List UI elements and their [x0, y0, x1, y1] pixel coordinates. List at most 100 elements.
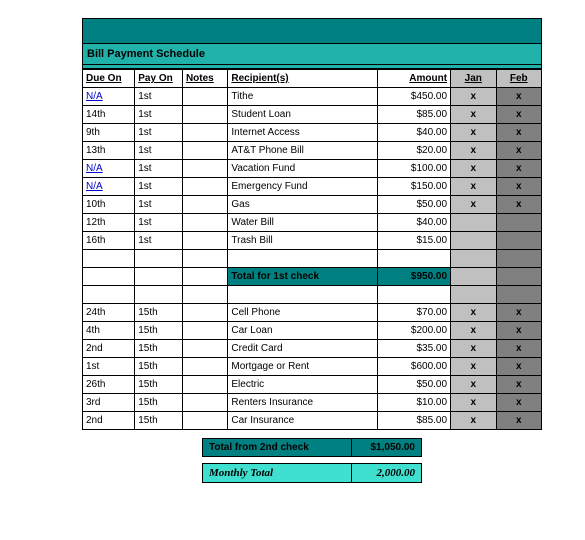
cell-feb[interactable]: x — [496, 160, 542, 178]
cell-feb[interactable] — [496, 214, 542, 232]
blank-cell[interactable] — [496, 286, 542, 304]
cell-notes[interactable] — [182, 214, 227, 232]
cell-feb[interactable]: x — [496, 394, 542, 412]
cell-jan[interactable] — [451, 232, 496, 250]
cell-feb[interactable]: x — [496, 178, 542, 196]
cell-pay[interactable]: 15th — [135, 322, 183, 340]
cell-recipient[interactable]: Tithe — [228, 88, 378, 106]
cell-recipient[interactable]: Emergency Fund — [228, 178, 378, 196]
cell-jan[interactable]: x — [451, 322, 496, 340]
cell-recipient[interactable]: Car Loan — [228, 322, 378, 340]
cell-feb[interactable]: x — [496, 196, 542, 214]
blank-cell[interactable] — [135, 250, 183, 268]
cell-recipient[interactable]: Gas — [228, 196, 378, 214]
cell-pay[interactable]: 1st — [135, 88, 183, 106]
cell-amount[interactable]: $600.00 — [378, 358, 451, 376]
cell-jan[interactable]: x — [451, 106, 496, 124]
cell-recipient[interactable]: Internet Access — [228, 124, 378, 142]
cell-feb[interactable]: x — [496, 304, 542, 322]
blank-cell[interactable] — [451, 250, 496, 268]
cell-feb[interactable]: x — [496, 88, 542, 106]
cell-due[interactable]: 16th — [83, 232, 135, 250]
cell-recipient[interactable]: Mortgage or Rent — [228, 358, 378, 376]
cell-jan[interactable]: x — [451, 142, 496, 160]
cell-recipient[interactable]: Cell Phone — [228, 304, 378, 322]
cell-due[interactable]: 10th — [83, 196, 135, 214]
cell-due[interactable]: 12th — [83, 214, 135, 232]
cell-notes[interactable] — [182, 376, 227, 394]
cell-jan[interactable]: x — [451, 340, 496, 358]
cell-due[interactable]: 24th — [83, 304, 135, 322]
cell-pay[interactable]: 15th — [135, 394, 183, 412]
cell-amount[interactable]: $20.00 — [378, 142, 451, 160]
cell-pay[interactable]: 1st — [135, 106, 183, 124]
cell-pay[interactable]: 1st — [135, 214, 183, 232]
cell-jan[interactable]: x — [451, 376, 496, 394]
cell-jan[interactable]: x — [451, 304, 496, 322]
cell-amount[interactable]: $85.00 — [378, 412, 451, 430]
cell-notes[interactable] — [182, 106, 227, 124]
cell-notes[interactable] — [182, 178, 227, 196]
cell-feb[interactable]: x — [496, 106, 542, 124]
cell-jan[interactable]: x — [451, 178, 496, 196]
cell-amount[interactable]: $100.00 — [378, 160, 451, 178]
cell-recipient[interactable]: Trash Bill — [228, 232, 378, 250]
cell-amount[interactable]: $70.00 — [378, 304, 451, 322]
cell-due[interactable]: 9th — [83, 124, 135, 142]
cell-feb[interactable]: x — [496, 142, 542, 160]
cell-amount[interactable]: $50.00 — [378, 376, 451, 394]
cell-notes[interactable] — [182, 124, 227, 142]
cell-pay[interactable]: 15th — [135, 376, 183, 394]
cell-notes[interactable] — [182, 358, 227, 376]
cell-notes[interactable] — [182, 142, 227, 160]
cell-due[interactable]: 14th — [83, 106, 135, 124]
blank-cell[interactable] — [83, 250, 135, 268]
cell-jan[interactable]: x — [451, 124, 496, 142]
cell-pay[interactable]: 1st — [135, 196, 183, 214]
cell-amount[interactable]: $150.00 — [378, 178, 451, 196]
cell-due[interactable]: 2nd — [83, 340, 135, 358]
cell-notes[interactable] — [182, 88, 227, 106]
blank-cell[interactable] — [83, 286, 135, 304]
cell-feb[interactable]: x — [496, 340, 542, 358]
cell-jan[interactable]: x — [451, 394, 496, 412]
cell-amount[interactable]: $450.00 — [378, 88, 451, 106]
cell-pay[interactable]: 15th — [135, 340, 183, 358]
cell-notes[interactable] — [182, 340, 227, 358]
blank-cell[interactable] — [378, 250, 451, 268]
cell-recipient[interactable]: Electric — [228, 376, 378, 394]
cell-jan[interactable] — [451, 214, 496, 232]
cell-recipient[interactable]: Car Insurance — [228, 412, 378, 430]
cell-feb[interactable] — [496, 232, 542, 250]
cell-feb[interactable]: x — [496, 358, 542, 376]
cell-pay[interactable]: 1st — [135, 232, 183, 250]
cell-jan[interactable]: x — [451, 88, 496, 106]
cell-feb[interactable]: x — [496, 124, 542, 142]
cell-recipient[interactable]: Water Bill — [228, 214, 378, 232]
cell-amount[interactable]: $50.00 — [378, 196, 451, 214]
cell-jan[interactable]: x — [451, 412, 496, 430]
cell-notes[interactable] — [182, 160, 227, 178]
blank-cell[interactable] — [378, 286, 451, 304]
cell-recipient[interactable]: Student Loan — [228, 106, 378, 124]
blank-cell[interactable] — [496, 250, 542, 268]
blank-cell[interactable] — [228, 250, 378, 268]
cell-notes[interactable] — [182, 394, 227, 412]
cell-amount[interactable]: $40.00 — [378, 124, 451, 142]
cell-jan[interactable]: x — [451, 160, 496, 178]
cell-pay[interactable]: 1st — [135, 142, 183, 160]
cell-due[interactable]: 4th — [83, 322, 135, 340]
cell-jan[interactable]: x — [451, 196, 496, 214]
cell-recipient[interactable]: AT&T Phone Bill — [228, 142, 378, 160]
cell-feb[interactable]: x — [496, 322, 542, 340]
cell-jan[interactable] — [451, 268, 496, 286]
blank-cell[interactable] — [182, 268, 227, 286]
cell-jan[interactable]: x — [451, 358, 496, 376]
cell-due[interactable]: 2nd — [83, 412, 135, 430]
cell-recipient[interactable]: Vacation Fund — [228, 160, 378, 178]
blank-cell[interactable] — [182, 250, 227, 268]
cell-pay[interactable]: 15th — [135, 412, 183, 430]
cell-amount[interactable]: $40.00 — [378, 214, 451, 232]
cell-pay[interactable]: 15th — [135, 358, 183, 376]
blank-cell[interactable] — [83, 268, 135, 286]
